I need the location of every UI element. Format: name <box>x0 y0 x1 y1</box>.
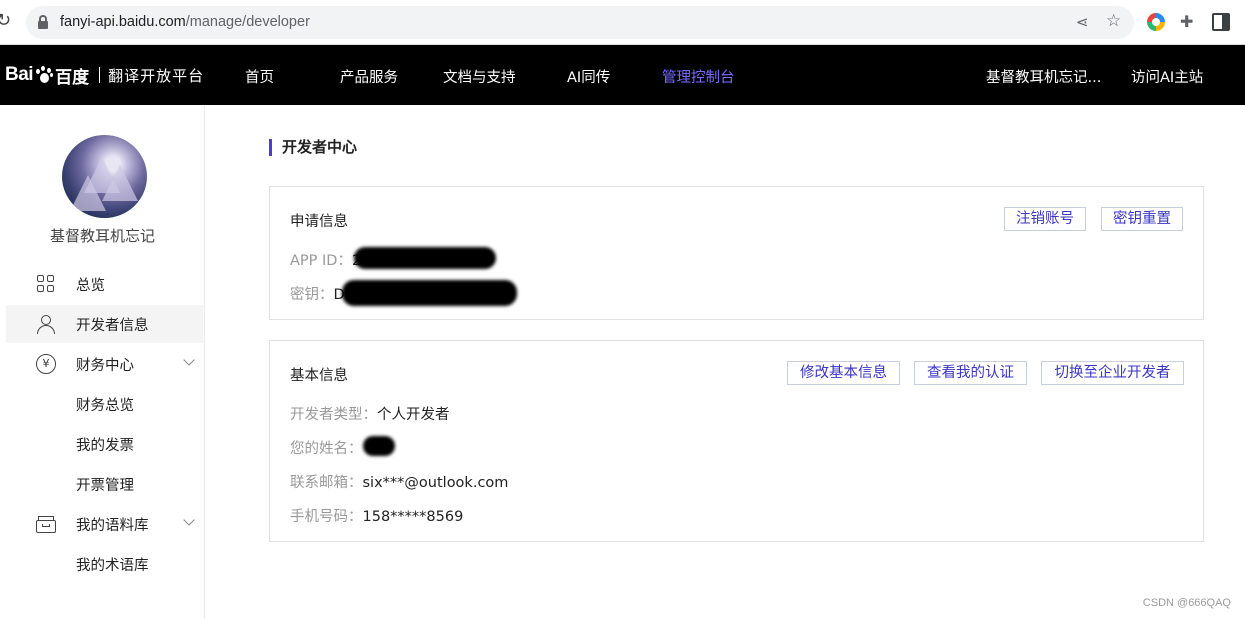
user-icon <box>36 314 56 334</box>
card-title: 基本信息 <box>290 368 348 384</box>
platform-name: 翻译开放平台 <box>108 66 205 85</box>
browser-toolbar: ↻ fanyi-api.baidu.com/manage/developer ⋖… <box>0 0 1245 45</box>
appid-row: APP ID：2 <box>290 249 361 270</box>
page-title: 开发者中心 <box>269 139 357 156</box>
url-host: fanyi-api.baidu.com <box>60 14 186 30</box>
developer-type-row: 开发者类型：个人开发者 <box>290 403 450 424</box>
url-text[interactable]: fanyi-api.baidu.com/manage/developer <box>60 14 310 30</box>
key-row: 密钥：D <box>290 283 345 304</box>
sidebar-item-label: 开发者信息 <box>76 317 149 334</box>
name-label: 您的姓名： <box>290 441 363 457</box>
switch-enterprise-button[interactable]: 切换至企业开发者 <box>1041 361 1184 385</box>
sidebar-item-label: 总览 <box>76 277 105 294</box>
baidu-logo[interactable]: Bai 百度 翻译开放平台 <box>5 60 204 90</box>
sidebar-item-invoices[interactable]: 我的发票 <box>6 425 203 463</box>
sidebar-item-invoice-management[interactable]: 开票管理 <box>6 465 203 503</box>
logo-text: Bai <box>5 64 34 85</box>
share-icon[interactable]: ⋖ <box>1076 13 1089 31</box>
application-info-card: 申请信息 注销账号 密钥重置 APP ID：2 密钥：D <box>269 186 1204 320</box>
cancel-account-button[interactable]: 注销账号 <box>1004 207 1086 231</box>
nav-visit-ai[interactable]: 访问AI主站 <box>1131 66 1203 87</box>
avatar[interactable] <box>62 135 147 218</box>
nav-products[interactable]: 产品服务 <box>340 66 398 87</box>
view-certification-button[interactable]: 查看我的认证 <box>914 361 1027 385</box>
appid-label: APP ID： <box>290 253 352 269</box>
lock-icon[interactable] <box>38 15 48 29</box>
logo-cn: 百度 <box>55 67 90 88</box>
name-row: 您的姓名： <box>290 437 363 458</box>
url-path: /manage/developer <box>185 14 310 30</box>
paw-icon <box>34 65 54 85</box>
watermark: CSDN @666QAQ <box>1142 597 1231 609</box>
sidebar-item-finance[interactable]: ¥ 财务中心 <box>6 345 203 383</box>
sidebar-item-label: 我的发票 <box>76 437 134 454</box>
nav-home[interactable]: 首页 <box>245 66 274 87</box>
developer-type-value: 个人开发者 <box>377 407 450 423</box>
email-value: six***@outlook.com <box>362 475 509 491</box>
logo-divider <box>99 67 101 83</box>
email-label: 联系邮箱： <box>290 475 363 491</box>
nav-user-menu[interactable]: 基督教耳机忘记... <box>986 66 1101 87</box>
sidebar-item-label: 我的语料库 <box>76 517 149 534</box>
sidebar-item-overview[interactable]: 总览 <box>6 265 203 303</box>
redaction-mark <box>363 436 395 456</box>
phone-value: 158*****8569 <box>362 509 464 525</box>
redaction-mark <box>342 280 517 306</box>
site-navbar: Bai 百度 翻译开放平台 首页 产品服务 文档与支持 AI同传 管理控制台 基… <box>0 45 1245 105</box>
redaction-mark <box>354 247 496 269</box>
basic-info-card: 基本信息 修改基本信息 查看我的认证 切换至企业开发者 开发者类型：个人开发者 … <box>269 340 1204 542</box>
phone-label: 手机号码： <box>290 509 363 525</box>
sidebar-username: 基督教耳机忘记 <box>49 227 155 245</box>
sidebar-item-finance-overview[interactable]: 财务总览 <box>6 385 203 423</box>
side-panel-icon[interactable] <box>1212 13 1230 31</box>
email-row: 联系邮箱：six***@outlook.com <box>290 471 508 492</box>
address-bar[interactable]: fanyi-api.baidu.com/manage/developer ⋖ ☆ <box>26 6 1134 39</box>
sidebar-item-label: 财务总览 <box>76 397 134 414</box>
grid-icon <box>36 274 56 294</box>
yen-icon: ¥ <box>36 354 56 374</box>
card-title: 申请信息 <box>290 214 348 230</box>
key-label: 密钥： <box>290 287 334 303</box>
phone-row: 手机号码：158*****8569 <box>290 505 463 526</box>
reload-icon[interactable]: ↻ <box>0 10 16 34</box>
reset-key-button[interactable]: 密钥重置 <box>1101 207 1183 231</box>
bookmark-star-icon[interactable]: ☆ <box>1106 11 1121 31</box>
nav-console[interactable]: 管理控制台 <box>662 66 735 87</box>
sidebar-item-label: 财务中心 <box>76 357 134 374</box>
nav-ai-interpret[interactable]: AI同传 <box>567 66 610 87</box>
sidebar-item-corpus[interactable]: 我的语料库 <box>6 505 203 543</box>
box-icon <box>36 514 56 534</box>
extension-icon[interactable] <box>1147 13 1165 31</box>
sidebar: 基督教耳机忘记 总览 开发者信息 ¥ 财务中心 财务总览 我的发票 开票管理 我… <box>0 105 205 619</box>
sidebar-item-developer-info[interactable]: 开发者信息 <box>6 305 203 343</box>
sidebar-item-terminology[interactable]: 我的术语库 <box>6 545 203 583</box>
developer-type-label: 开发者类型： <box>290 407 377 423</box>
chevron-down-icon <box>183 354 195 366</box>
edit-basic-info-button[interactable]: 修改基本信息 <box>787 361 900 385</box>
nav-docs[interactable]: 文档与支持 <box>443 66 516 87</box>
extensions-puzzle-icon[interactable]: ✚ <box>1180 13 1198 31</box>
chevron-down-icon <box>183 514 195 526</box>
sidebar-item-label: 开票管理 <box>76 477 134 494</box>
sidebar-item-label: 我的术语库 <box>76 557 149 574</box>
